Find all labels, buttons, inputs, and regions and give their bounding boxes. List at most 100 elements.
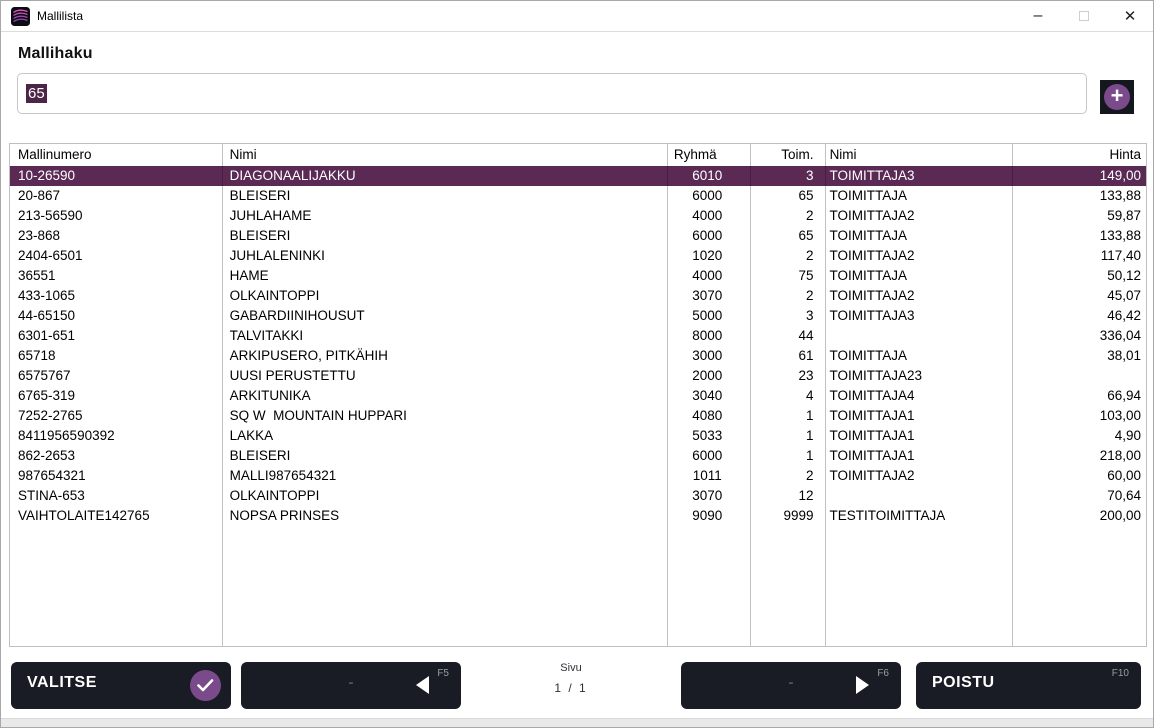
cell-toim[interactable]: 3 (749, 166, 824, 186)
table-row[interactable]: 36551 HAME 4000 75 TOIMITTAJA 50,12 (10, 266, 1146, 286)
cell-toimittaja-nimi[interactable]: TESTITOIMITTAJA (824, 506, 1011, 526)
cell-hinta[interactable]: 336,04 (1010, 326, 1146, 346)
cell-toimittaja-nimi[interactable]: TOIMITTAJA1 (824, 426, 1011, 446)
cell-mallinumero[interactable]: 213-56590 (10, 206, 222, 226)
cell-ryhma[interactable]: 1011 (666, 466, 749, 486)
table-row[interactable]: 65718 ARKIPUSERO, PITKÄHIH 3000 61 TOIMI… (10, 346, 1146, 366)
cell-ryhma[interactable]: 6010 (666, 166, 749, 186)
table-row[interactable]: 23-868 BLEISERI 6000 65 TOIMITTAJA 133,8… (10, 226, 1146, 246)
cell-mallinumero[interactable]: STINA-653 (10, 486, 222, 506)
cell-hinta[interactable]: 46,42 (1010, 306, 1146, 326)
cell-toim[interactable]: 12 (749, 486, 824, 506)
cell-ryhma[interactable]: 4080 (666, 406, 749, 426)
poistu-button[interactable]: POISTU F10 (916, 662, 1141, 709)
cell-hinta[interactable]: 218,00 (1010, 446, 1146, 466)
cell-nimi[interactable]: HAME (222, 266, 666, 286)
cell-toimittaja-nimi[interactable]: TOIMITTAJA2 (824, 246, 1011, 266)
cell-ryhma[interactable]: 2000 (666, 366, 749, 386)
cell-toimittaja-nimi[interactable]: TOIMITTAJA23 (824, 366, 1011, 386)
cell-ryhma[interactable]: 8000 (666, 326, 749, 346)
cell-toim[interactable]: 3 (749, 306, 824, 326)
cell-ryhma[interactable]: 6000 (666, 226, 749, 246)
table-row[interactable]: 433-1065 OLKAINTOPPI 3070 2 TOIMITTAJA2 … (10, 286, 1146, 306)
table-row[interactable]: 8411956590392 LAKKA 5033 1 TOIMITTAJA1 4… (10, 426, 1146, 446)
cell-nimi[interactable]: GABARDIINIHOUSUT (222, 306, 666, 326)
add-button[interactable]: + (1100, 80, 1134, 114)
cell-toim[interactable]: 2 (749, 206, 824, 226)
cell-ryhma[interactable]: 3040 (666, 386, 749, 406)
cell-toimittaja-nimi[interactable] (824, 486, 1011, 506)
cell-ryhma[interactable]: 9090 (666, 506, 749, 526)
cell-mallinumero[interactable]: 23-868 (10, 226, 222, 246)
cell-toimittaja-nimi[interactable]: TOIMITTAJA (824, 266, 1011, 286)
cell-toimittaja-nimi[interactable]: TOIMITTAJA2 (824, 206, 1011, 226)
maximize-button[interactable] (1061, 1, 1107, 31)
cell-nimi[interactable]: DIAGONAALIJAKKU (222, 166, 666, 186)
table-row[interactable]: 6575767 UUSI PERUSTETTU 2000 23 TOIMITTA… (10, 366, 1146, 386)
cell-nimi[interactable]: TALVITAKKI (222, 326, 666, 346)
cell-ryhma[interactable]: 4000 (666, 206, 749, 226)
cell-hinta[interactable]: 103,00 (1010, 406, 1146, 426)
cell-nimi[interactable]: UUSI PERUSTETTU (222, 366, 666, 386)
cell-mallinumero[interactable]: 10-26590 (10, 166, 222, 186)
cell-nimi[interactable]: SQ W MOUNTAIN HUPPARI (222, 406, 666, 426)
cell-hinta[interactable]: 133,88 (1010, 186, 1146, 206)
cell-toimittaja-nimi[interactable]: TOIMITTAJA3 (824, 166, 1011, 186)
cell-mallinumero[interactable]: 2404-6501 (10, 246, 222, 266)
cell-hinta[interactable]: 50,12 (1010, 266, 1146, 286)
cell-nimi[interactable]: BLEISERI (222, 446, 666, 466)
cell-toimittaja-nimi[interactable] (824, 326, 1011, 346)
table-row[interactable]: 10-26590 DIAGONAALIJAKKU 6010 3 TOIMITTA… (10, 166, 1146, 186)
valitse-button[interactable]: VALITSE (11, 662, 231, 709)
table-row[interactable]: 7252-2765 SQ W MOUNTAIN HUPPARI 4080 1 T… (10, 406, 1146, 426)
cell-mallinumero[interactable]: 36551 (10, 266, 222, 286)
cell-toim[interactable]: 75 (749, 266, 824, 286)
cell-toim[interactable]: 1 (749, 426, 824, 446)
cell-toim[interactable]: 1 (749, 406, 824, 426)
cell-toimittaja-nimi[interactable]: TOIMITTAJA4 (824, 386, 1011, 406)
cell-ryhma[interactable]: 6000 (666, 446, 749, 466)
cell-ryhma[interactable]: 1020 (666, 246, 749, 266)
cell-toim[interactable]: 1 (749, 446, 824, 466)
previous-page-button[interactable]: - F5 (241, 662, 461, 709)
table-row[interactable]: 44-65150 GABARDIINIHOUSUT 5000 3 TOIMITT… (10, 306, 1146, 326)
cell-ryhma[interactable]: 5033 (666, 426, 749, 446)
cell-toimittaja-nimi[interactable]: TOIMITTAJA (824, 346, 1011, 366)
cell-hinta[interactable]: 45,07 (1010, 286, 1146, 306)
cell-toimittaja-nimi[interactable]: TOIMITTAJA (824, 226, 1011, 246)
cell-nimi[interactable]: MALLI987654321 (222, 466, 666, 486)
cell-mallinumero[interactable]: 20-867 (10, 186, 222, 206)
cell-mallinumero[interactable]: 65718 (10, 346, 222, 366)
cell-mallinumero[interactable]: 6575767 (10, 366, 222, 386)
cell-mallinumero[interactable]: 8411956590392 (10, 426, 222, 446)
cell-nimi[interactable]: JUHLAHAME (222, 206, 666, 226)
cell-mallinumero[interactable]: VAIHTOLAITE142765 (10, 506, 222, 526)
search-input[interactable]: 65 (17, 73, 1087, 114)
cell-nimi[interactable]: BLEISERI (222, 186, 666, 206)
cell-toim[interactable]: 23 (749, 366, 824, 386)
table-row[interactable]: 862-2653 BLEISERI 6000 1 TOIMITTAJA1 218… (10, 446, 1146, 466)
cell-nimi[interactable]: ARKITUNIKA (222, 386, 666, 406)
table-row[interactable]: STINA-653 OLKAINTOPPI 3070 12 70,64 (10, 486, 1146, 506)
cell-toim[interactable]: 61 (749, 346, 824, 366)
cell-toimittaja-nimi[interactable]: TOIMITTAJA1 (824, 446, 1011, 466)
cell-toim[interactable]: 65 (749, 226, 824, 246)
cell-nimi[interactable]: OLKAINTOPPI (222, 286, 666, 306)
cell-nimi[interactable]: OLKAINTOPPI (222, 486, 666, 506)
cell-toimittaja-nimi[interactable]: TOIMITTAJA2 (824, 466, 1011, 486)
cell-mallinumero[interactable]: 987654321 (10, 466, 222, 486)
minimize-button[interactable]: – (1015, 1, 1061, 31)
cell-nimi[interactable]: LAKKA (222, 426, 666, 446)
cell-toimittaja-nimi[interactable]: TOIMITTAJA1 (824, 406, 1011, 426)
table-row[interactable]: 20-867 BLEISERI 6000 65 TOIMITTAJA 133,8… (10, 186, 1146, 206)
cell-mallinumero[interactable]: 6765-319 (10, 386, 222, 406)
cell-mallinumero[interactable]: 862-2653 (10, 446, 222, 466)
cell-hinta[interactable]: 70,64 (1010, 486, 1146, 506)
cell-nimi[interactable]: JUHLALENINKI (222, 246, 666, 266)
cell-hinta[interactable]: 200,00 (1010, 506, 1146, 526)
cell-hinta[interactable]: 66,94 (1010, 386, 1146, 406)
cell-hinta[interactable]: 60,00 (1010, 466, 1146, 486)
cell-ryhma[interactable]: 3070 (666, 286, 749, 306)
next-page-button[interactable]: - F6 (681, 662, 901, 709)
cell-toim[interactable]: 2 (749, 466, 824, 486)
